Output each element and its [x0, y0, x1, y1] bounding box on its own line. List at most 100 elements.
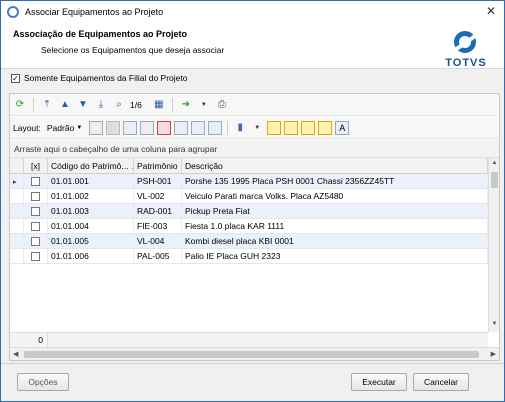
opcoes-button[interactable]: Opções — [17, 373, 69, 391]
row-checkbox[interactable] — [31, 176, 40, 186]
cell-patrimonio: FIE-003 — [134, 219, 182, 233]
cell-patrimonio: PAL-005 — [134, 249, 182, 263]
title-bar[interactable]: Associar Equipamentos ao Projeto ✕ — [1, 1, 504, 23]
cell-descricao: Fiesta 1.0 placa KAR 1111 — [182, 219, 488, 233]
row-indicator — [10, 204, 24, 218]
layout-toolbar: Layout: Padrão ▼ ▮ ▼ A — [10, 117, 499, 139]
previous-record-icon[interactable]: ▲ — [58, 98, 72, 112]
row-select-cell[interactable] — [24, 234, 48, 248]
cell-patrimonio: RAD-001 — [134, 204, 182, 218]
button-bar: Opções Executar Cancelar — [1, 363, 504, 401]
refresh-icon[interactable]: ⟳ — [13, 98, 27, 112]
row-checkbox[interactable] — [31, 206, 40, 216]
row-checkbox[interactable] — [31, 236, 40, 246]
column-header-patrimonio[interactable]: Patrimônio — [134, 158, 182, 173]
footer-count: 0 — [10, 333, 48, 347]
view-footer-icon[interactable] — [301, 120, 316, 135]
row-checkbox[interactable] — [31, 191, 40, 201]
layout-filter-icon[interactable] — [191, 120, 206, 135]
toolbar-separator — [33, 97, 34, 112]
scroll-right-icon[interactable]: ▶ — [491, 350, 496, 358]
font-icon[interactable]: A — [335, 120, 350, 135]
cell-descricao: Palio IE Placa GUH 2323 — [182, 249, 488, 263]
close-icon[interactable]: ✕ — [484, 5, 498, 19]
table-row[interactable]: 01.01.003 RAD-001 Pickup Preta Fiat — [10, 204, 488, 219]
row-checkbox[interactable] — [31, 251, 40, 261]
dialog-header: Associação de Equipamentos ao Projeto Se… — [1, 23, 504, 69]
row-select-cell[interactable] — [24, 219, 48, 233]
next-record-icon[interactable]: ▼ — [76, 98, 90, 112]
row-checkbox[interactable] — [31, 221, 40, 231]
chart-icon[interactable]: ▮ — [233, 121, 247, 135]
table-row[interactable]: ▸ 01.01.001 PSH-001 Porshe 135 1995 Placa P… — [10, 174, 488, 189]
cell-patrimonio: VL-002 — [134, 189, 182, 203]
table-row[interactable]: 01.01.004 FIE-003 Fiesta 1.0 placa KAR 111… — [10, 219, 488, 234]
layout-save-icon[interactable] — [89, 120, 104, 135]
scroll-thumb[interactable] — [24, 351, 479, 358]
logo-ring-icon — [454, 31, 476, 53]
app-icon — [7, 6, 19, 18]
table-row[interactable]: 01.01.002 VL-002 Veiculo Parati marca Volk… — [10, 189, 488, 204]
layout-dropdown[interactable]: Padrão ▼ — [47, 123, 82, 133]
horizontal-scrollbar[interactable]: ◀ ▶ — [10, 347, 499, 360]
header-subheading: Selecione os Equipamentos que deseja ass… — [41, 45, 225, 55]
row-select-cell[interactable] — [24, 174, 48, 188]
row-indicator — [10, 189, 24, 203]
layout-new-icon[interactable] — [140, 120, 155, 135]
grid-panel: ⟳ ⤒ ▲ ▼ ⤓ ⌕ 1/6 ▦ ➜ ▼ ⎙ Layout: Padrão ▼ — [9, 93, 500, 361]
print-icon[interactable]: ⎙ — [215, 98, 229, 112]
layout-value: Padrão — [46, 122, 75, 133]
filter-checkbox-row[interactable]: ✓ Somente Equipamentos da Filial do Proj… — [11, 73, 187, 83]
row-select-cell[interactable] — [24, 249, 48, 263]
calendar-icon[interactable]: ▦ — [152, 98, 166, 112]
table-row[interactable]: 01.01.005 VL-004 Kombi diesel placa KBI 00… — [10, 234, 488, 249]
column-header-select[interactable]: [x] — [24, 158, 48, 173]
row-select-cell[interactable] — [24, 189, 48, 203]
first-record-icon[interactable]: ⤒ — [40, 98, 54, 112]
cell-codigo: 01.01.002 — [48, 189, 134, 203]
view-group-icon[interactable] — [284, 120, 299, 135]
row-select-cell[interactable] — [24, 204, 48, 218]
layout-label: Layout: — [13, 122, 41, 133]
table-row[interactable]: 01.01.006 PAL-005 Palio IE Placa GUH 2323 — [10, 249, 488, 264]
grid-footer: 0 — [10, 332, 488, 347]
find-icon[interactable]: ⌕ — [112, 98, 126, 112]
filter-checkbox[interactable]: ✓ — [11, 73, 20, 83]
export-dropdown-icon[interactable]: ➜ — [179, 98, 193, 112]
vertical-scrollbar[interactable]: ▲ ▼ — [488, 158, 499, 332]
group-by-area[interactable]: Arraste aqui o cabeçalho de uma coluna p… — [10, 140, 499, 158]
cell-patrimonio: VL-004 — [134, 234, 182, 248]
scroll-up-icon[interactable]: ▲ — [490, 160, 499, 169]
row-indicator — [10, 249, 24, 263]
column-header-descricao[interactable]: Descrição — [182, 158, 488, 173]
cell-codigo: 01.01.005 — [48, 234, 134, 248]
layout-delete-icon[interactable] — [157, 120, 172, 135]
dropdown-arrow-icon[interactable]: ▼ — [250, 121, 264, 135]
view-filter-row-icon[interactable] — [318, 120, 333, 135]
cell-codigo: 01.01.001 — [48, 174, 134, 188]
row-indicator — [10, 234, 24, 248]
column-header-codigo[interactable]: Código do Patrimô... ▲ — [48, 158, 134, 173]
executar-button[interactable]: Executar — [351, 373, 407, 391]
cell-codigo: 01.01.006 — [48, 249, 134, 263]
view-grid-icon[interactable] — [267, 120, 282, 135]
chevron-down-icon: ▼ — [76, 124, 83, 131]
column-header-codigo-label: Código do Patrimô... — [51, 161, 129, 171]
logo-text: TOTVS — [445, 57, 487, 69]
row-indicator — [10, 219, 24, 233]
layout-columns-icon[interactable] — [174, 120, 189, 135]
scroll-down-icon[interactable]: ▼ — [490, 321, 499, 330]
layout-copy-icon[interactable] — [106, 120, 121, 135]
last-record-icon[interactable]: ⤓ — [94, 98, 108, 112]
scroll-thumb[interactable] — [491, 172, 498, 188]
grid-header-row: [x] Código do Patrimô... ▲ Patrimônio De… — [10, 158, 488, 174]
layout-edit-icon[interactable] — [123, 120, 138, 135]
dropdown-arrow-icon[interactable]: ▼ — [197, 98, 211, 112]
window-title: Associar Equipamentos ao Projeto — [25, 7, 164, 17]
layout-settings-icon[interactable] — [208, 120, 223, 135]
cancelar-button[interactable]: Cancelar — [413, 373, 469, 391]
scroll-left-icon[interactable]: ◀ — [13, 350, 18, 358]
totvs-logo: TOTVS — [436, 29, 496, 69]
filter-checkbox-label: Somente Equipamentos da Filial do Projet… — [24, 73, 188, 83]
cell-codigo: 01.01.004 — [48, 219, 134, 233]
